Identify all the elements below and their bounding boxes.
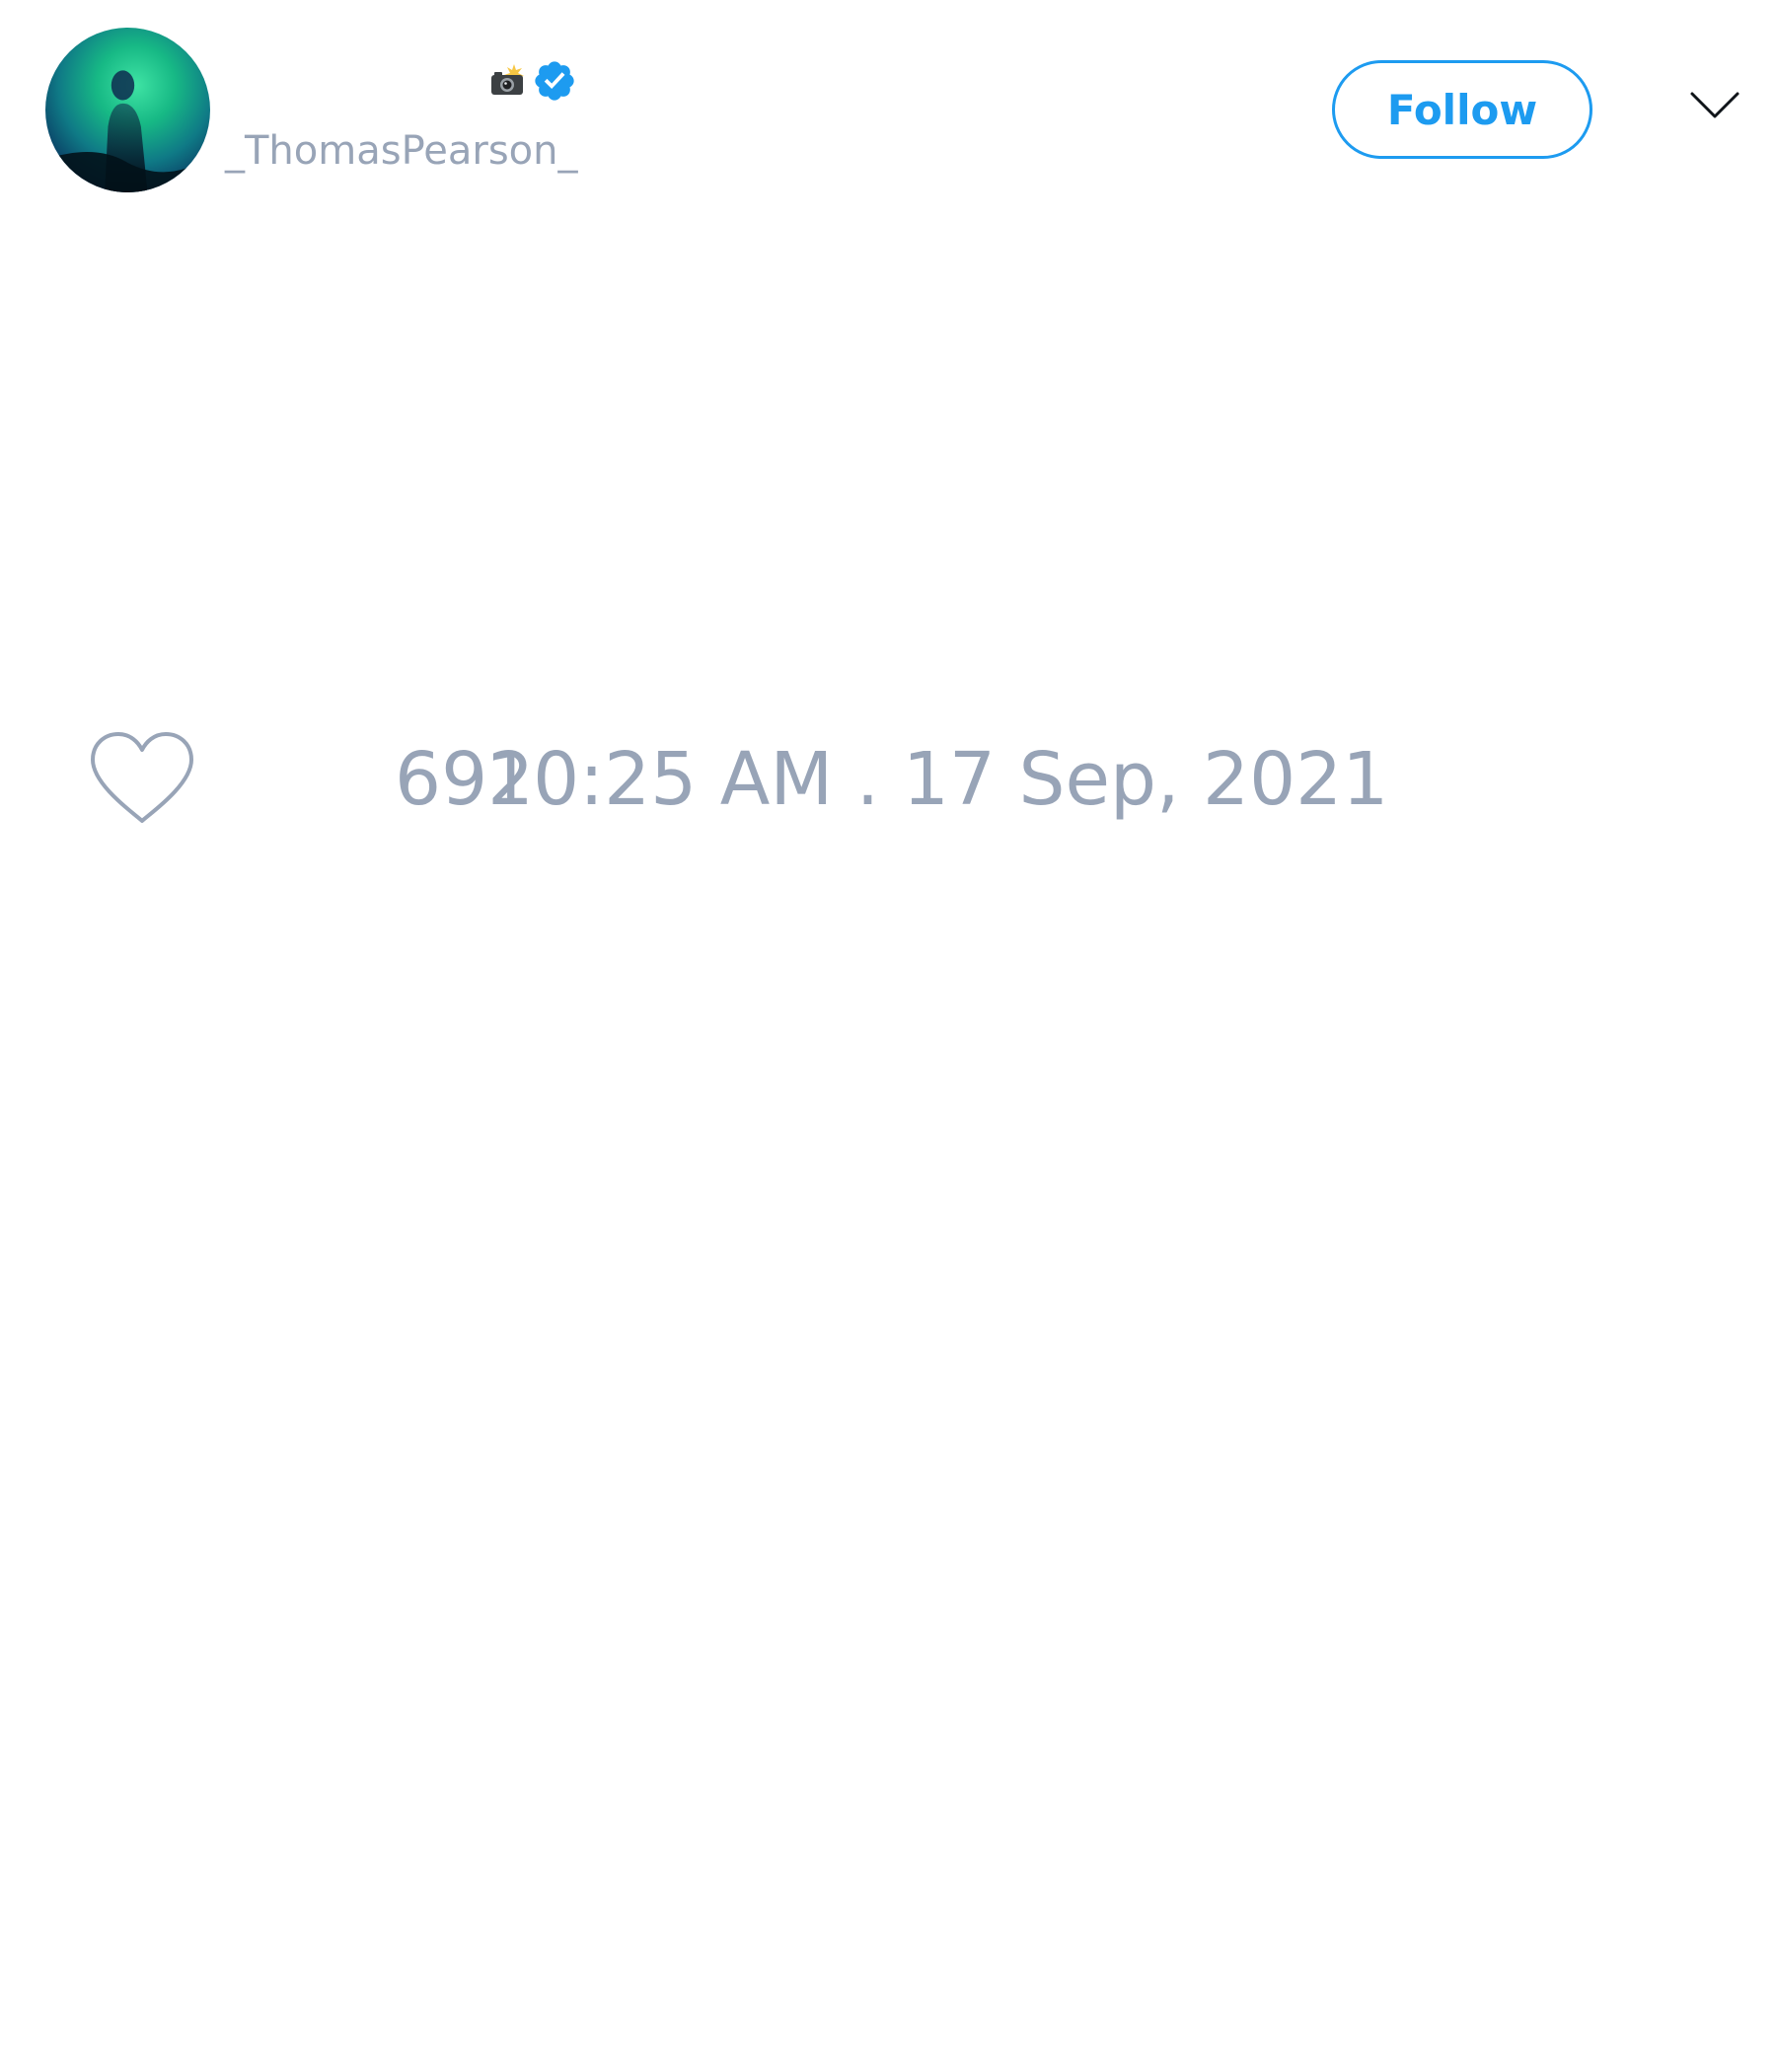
author-name-row <box>225 55 577 107</box>
chevron-down-icon[interactable] <box>1689 89 1740 122</box>
follow-button[interactable]: Follow <box>1332 60 1592 159</box>
author-handle[interactable]: _ThomasPearson_ <box>225 126 578 176</box>
heart-outline-icon[interactable] <box>87 730 197 829</box>
author-display-name[interactable] <box>225 61 486 101</box>
tweet-card: _ThomasPearson_ Follow 692 10:25 AM . 17… <box>0 0 1776 2072</box>
avatar[interactable] <box>45 28 210 192</box>
avatar-silhouette <box>45 70 210 192</box>
camera-with-flash-icon <box>488 62 526 100</box>
verified-badge-icon <box>532 58 577 104</box>
tweet-stats-row: 692 10:25 AM . 17 Sep, 2021 <box>87 725 1388 834</box>
tweet-timestamp[interactable]: 10:25 AM . 17 Sep, 2021 <box>486 737 1388 822</box>
